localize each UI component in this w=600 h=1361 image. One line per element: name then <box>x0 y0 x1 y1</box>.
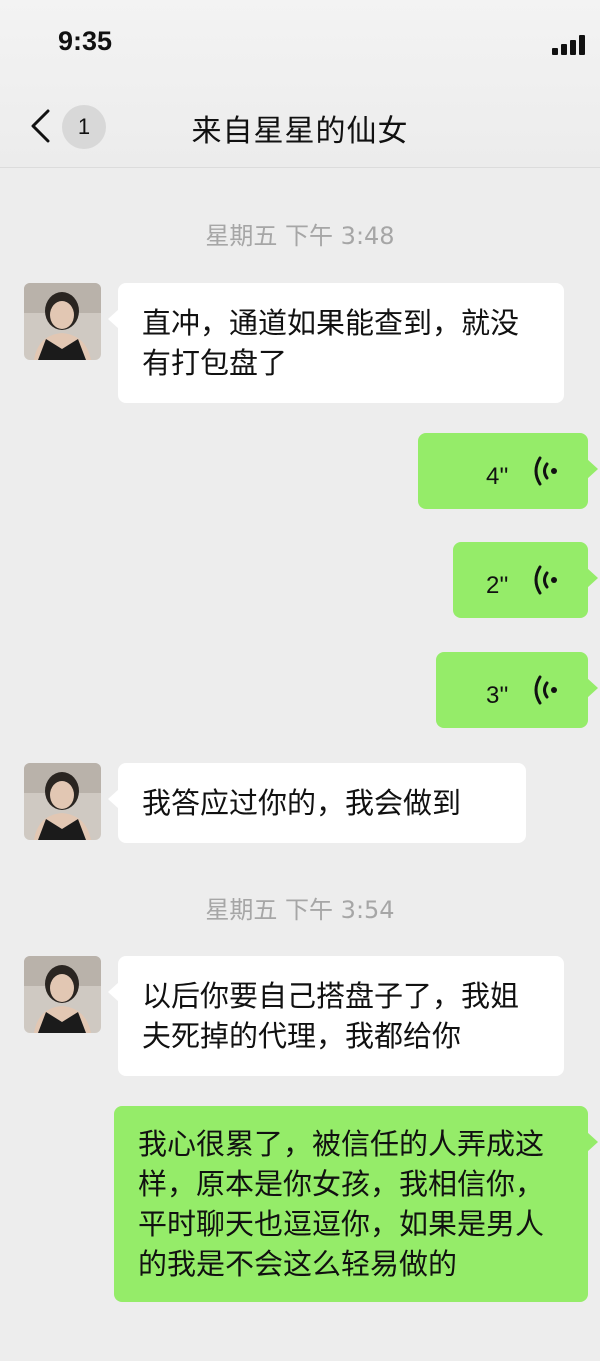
signal-icon <box>552 33 592 55</box>
status-time: 9:35 <box>58 26 113 56</box>
message-text: 我心很累了，被信任的人弄成这样，原本是你女孩，我相信你，平时聊天也逗逗你，如果是… <box>138 1127 545 1281</box>
navigation-bar: 9:35 1 来自星星的仙女 <box>0 0 600 168</box>
outgoing-voice-message[interactable]: 3'' <box>436 652 598 728</box>
contact-avatar[interactable] <box>24 283 101 360</box>
voice-duration: 2'' <box>486 572 509 599</box>
incoming-message-bubble[interactable]: 以后你要自己搭盘子了，我姐夫死掉的代理，我都给你 <box>108 956 564 1076</box>
message-timestamp: 星期五 下午 3:54 <box>205 896 395 924</box>
outgoing-voice-message[interactable]: 2'' <box>453 542 598 618</box>
contact-avatar[interactable] <box>24 763 101 840</box>
message-timestamp: 星期五 下午 3:48 <box>205 222 395 250</box>
outgoing-message-bubble[interactable]: 我心很累了，被信任的人弄成这样，原本是你女孩，我相信你，平时聊天也逗逗你，如果是… <box>114 1106 598 1302</box>
voice-wave-icon <box>534 456 557 486</box>
voice-wave-icon <box>534 565 557 595</box>
message-text: 我答应过你的，我会做到 <box>142 786 462 820</box>
voice-duration: 3'' <box>486 682 509 709</box>
outgoing-voice-message[interactable]: 4'' <box>418 433 598 509</box>
voice-duration: 4'' <box>486 463 509 490</box>
message-text: 以后你要自己搭盘子了，我姐夫死掉的代理，我都给你 <box>142 979 520 1053</box>
chat-title: 来自星星的仙女 <box>191 114 409 149</box>
incoming-message-bubble[interactable]: 我答应过你的，我会做到 <box>108 763 526 843</box>
message-text: 直冲，通道如果能查到，就没有打包盘了 <box>142 306 520 380</box>
voice-wave-icon <box>534 675 557 705</box>
contact-avatar[interactable] <box>24 956 101 1033</box>
incoming-message-bubble[interactable]: 直冲，通道如果能查到，就没有打包盘了 <box>108 283 564 403</box>
